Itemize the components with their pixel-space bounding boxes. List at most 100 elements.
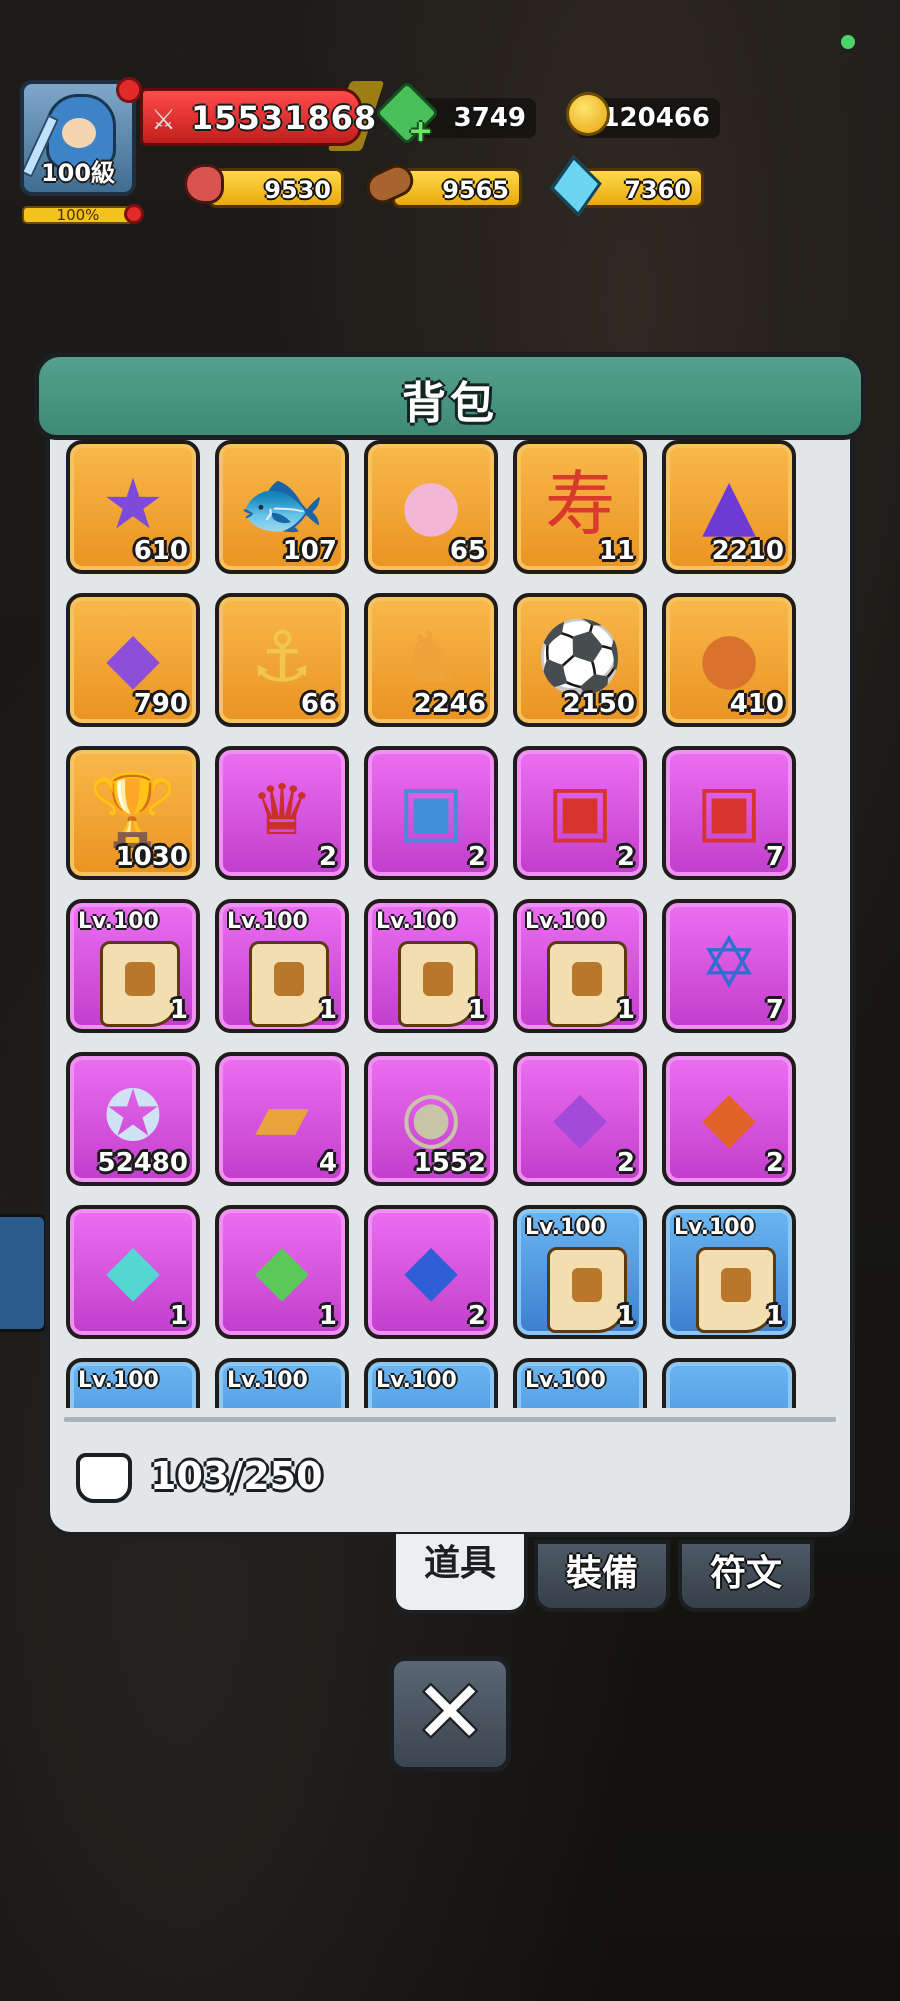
inventory-slot[interactable]: ⚽ 2150 bbox=[513, 593, 647, 727]
purple-ore-icon: ◆ bbox=[553, 1075, 607, 1158]
inventory-slot[interactable]: ★ 610 bbox=[66, 440, 200, 574]
rocking-horse-icon: ♞ bbox=[399, 616, 463, 699]
gem-count: 3749 bbox=[453, 103, 526, 133]
item-count: 1 bbox=[169, 995, 188, 1025]
inventory-slot[interactable]: Lv.100 1 bbox=[513, 899, 647, 1033]
item-level: Lv.100 bbox=[78, 909, 159, 934]
tab-items[interactable]: 道具 bbox=[392, 1534, 528, 1614]
amethyst-icon: ◆ bbox=[106, 616, 160, 699]
item-level: Lv.100 bbox=[376, 909, 457, 934]
item-count: 1 bbox=[616, 995, 635, 1025]
inventory-slot[interactable]: Lv.100 bbox=[513, 1358, 647, 1408]
inventory-slot[interactable]: ◉ 1552 bbox=[364, 1052, 498, 1186]
item-count: 1 bbox=[318, 1301, 337, 1331]
inventory-slot[interactable]: ⚓ 66 bbox=[215, 593, 349, 727]
inventory-slot[interactable]: ◆ 2 bbox=[364, 1205, 498, 1339]
inventory-slot[interactable]: ♛ 2 bbox=[215, 746, 349, 880]
inventory-slot[interactable]: Lv.100 bbox=[215, 1358, 349, 1408]
item-count: 1 bbox=[765, 1301, 784, 1331]
spiral-stone-icon: ◉ bbox=[400, 1075, 462, 1158]
item-count: 2 bbox=[616, 1148, 635, 1178]
notification-dot bbox=[116, 77, 142, 103]
close-button[interactable]: ✕ bbox=[389, 1656, 511, 1772]
inventory-slot[interactable]: ◆ 2 bbox=[662, 1052, 796, 1186]
exp-notification-dot bbox=[124, 204, 144, 224]
item-level: Lv.100 bbox=[376, 1368, 457, 1393]
item-count: 52480 bbox=[97, 1148, 188, 1178]
inventory-slot[interactable]: ▲ 2210 bbox=[662, 440, 796, 574]
face-icon bbox=[62, 118, 96, 148]
green-ore-icon: ◆ bbox=[255, 1228, 309, 1311]
inventory-grid[interactable]: ★ 610 🐟 107 ● 65 寿 11 ▲ 2210 ◆ 790 ⚓ 66 ♞ 2246 ⚽ 2150 ● 410… bbox=[66, 440, 834, 1408]
item-count: 2 bbox=[616, 842, 635, 872]
player-level: 100級 bbox=[40, 159, 116, 187]
inventory-slot[interactable]: Lv.100 bbox=[364, 1358, 498, 1408]
inventory-slot[interactable]: ♞ 2246 bbox=[364, 593, 498, 727]
scroll-emblem bbox=[423, 962, 453, 996]
wood-count: 9565 bbox=[442, 176, 509, 204]
inventory-slot[interactable]: ◆ 1 bbox=[215, 1205, 349, 1339]
item-count: 410 bbox=[729, 689, 784, 719]
gold-coin-icon bbox=[566, 92, 610, 136]
bag-icon bbox=[76, 1453, 132, 1503]
item-count: 1 bbox=[169, 1301, 188, 1331]
bag-capacity: 103/250 bbox=[150, 1454, 323, 1498]
inventory-slot[interactable]: Lv.100 bbox=[66, 1358, 200, 1408]
longevity-charm-icon: 寿 bbox=[545, 463, 615, 546]
item-count: 7 bbox=[765, 995, 784, 1025]
combat-power-bar: ⚔ 15531868 bbox=[140, 81, 385, 151]
combat-power-value: 15531868 bbox=[191, 99, 378, 137]
winged-star-icon: ✪ bbox=[103, 1075, 163, 1158]
inventory-slot[interactable]: ◆ 1 bbox=[66, 1205, 200, 1339]
inventory-slot[interactable]: Lv.100 1 bbox=[513, 1205, 647, 1339]
item-count: 2150 bbox=[562, 689, 635, 719]
crystal-count: 7360 bbox=[624, 176, 691, 204]
inventory-slot[interactable]: Lv.100 1 bbox=[662, 1205, 796, 1339]
meat-counter[interactable]: 9530 bbox=[208, 168, 344, 208]
item-count: 2 bbox=[467, 842, 486, 872]
item-level: Lv.100 bbox=[227, 909, 308, 934]
tab-runes[interactable]: 符文 bbox=[678, 1540, 814, 1612]
inventory-slot[interactable]: Lv.100 1 bbox=[66, 899, 200, 1033]
meat-icon bbox=[184, 164, 224, 204]
inventory-slot[interactable]: ▰ 4 bbox=[215, 1052, 349, 1186]
inventory-slot[interactable]: ◆ 2 bbox=[513, 1052, 647, 1186]
inventory-slot[interactable]: Lv.100 1 bbox=[215, 899, 349, 1033]
inventory-slot[interactable]: ● 410 bbox=[662, 593, 796, 727]
inventory-slot[interactable]: 🐟 107 bbox=[215, 440, 349, 574]
inventory-slot[interactable]: ✪ 52480 bbox=[66, 1052, 200, 1186]
inventory-slot[interactable]: 寿 11 bbox=[513, 440, 647, 574]
inventory-slot[interactable]: ▣ 2 bbox=[364, 746, 498, 880]
item-count: 2 bbox=[467, 1301, 486, 1331]
hero-card-icon: ♛ bbox=[250, 769, 314, 852]
item-count: 610 bbox=[133, 536, 188, 566]
panel-header: 背包 bbox=[34, 352, 866, 440]
meat-count: 9530 bbox=[264, 176, 331, 204]
inventory-slot[interactable]: ▣ 7 bbox=[662, 746, 796, 880]
inventory-slot[interactable]: ◆ 790 bbox=[66, 593, 200, 727]
inventory-slot[interactable]: ✡ 7 bbox=[662, 899, 796, 1033]
basketball-icon: ● bbox=[698, 616, 760, 699]
divider bbox=[64, 1417, 836, 1422]
inventory-slot[interactable]: ▣ 2 bbox=[513, 746, 647, 880]
item-count: 1030 bbox=[115, 842, 188, 872]
inventory-slot[interactable]: Lv.100 1 bbox=[364, 899, 498, 1033]
tab-equipment[interactable]: 裝備 bbox=[534, 1540, 670, 1612]
blue-chest-icon: ▣ bbox=[397, 769, 465, 852]
item-level: Lv.100 bbox=[525, 1215, 606, 1240]
gold-count: 120466 bbox=[601, 103, 710, 133]
belt-scroll-blue-icon bbox=[696, 1247, 776, 1333]
item-level: Lv.100 bbox=[525, 1368, 606, 1393]
item-count: 2210 bbox=[711, 536, 784, 566]
item-count: 2246 bbox=[413, 689, 486, 719]
fire-chest-icon: ▣ bbox=[546, 769, 614, 852]
scroll-emblem bbox=[274, 962, 304, 996]
soccer-ball-icon: ⚽ bbox=[536, 616, 624, 699]
panel-title: 背包 bbox=[402, 378, 498, 429]
anchor-icon: ⚓ bbox=[250, 616, 314, 699]
inventory-slot[interactable] bbox=[662, 1358, 796, 1408]
inventory-slot[interactable]: ● 65 bbox=[364, 440, 498, 574]
side-panel-edge bbox=[0, 1214, 47, 1332]
inventory-slot[interactable]: 🏆 1030 bbox=[66, 746, 200, 880]
item-level: Lv.100 bbox=[78, 1368, 159, 1393]
